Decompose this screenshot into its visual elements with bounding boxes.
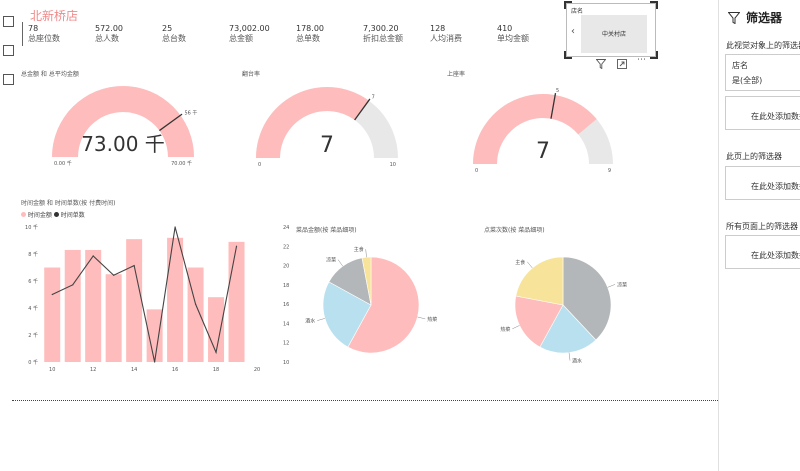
pie-label: 热菜 xyxy=(427,316,437,323)
pie-leader xyxy=(365,249,367,258)
pie-label: 凉菜 xyxy=(617,281,627,288)
pie-leader xyxy=(317,318,325,321)
pie-label: 酒水 xyxy=(572,358,582,365)
pie-label: 主食 xyxy=(515,259,525,266)
filter-pane: 筛选器 此视觉对象上的筛选器 店名 是(全部) 在此处添加数据字段 此页上的筛选… xyxy=(718,0,800,471)
pie-label: 酒水 xyxy=(305,318,315,325)
all-pages-filters-heading: 所有页面上的筛选器 xyxy=(726,222,798,231)
pie-charts: 热菜酒水凉菜主食凉菜酒水热菜主食 xyxy=(305,246,627,365)
pie-label: 凉菜 xyxy=(326,257,336,264)
page-filters-heading: 此页上的筛选器 xyxy=(726,152,782,161)
filter-card-shop[interactable]: 店名 是(全部) xyxy=(725,54,800,91)
visual-filters-heading: 此视觉对象上的筛选器 xyxy=(726,41,800,50)
filter-pane-title: 筛选器 xyxy=(746,11,783,25)
add-field-visual[interactable]: 在此处添加数据字段 xyxy=(725,96,800,130)
pie-leader xyxy=(607,284,616,288)
filter-field-value: 是(全部) xyxy=(732,76,763,85)
add-field-all-pages[interactable]: 在此处添加数据字段 xyxy=(725,235,800,269)
page-divider xyxy=(12,400,718,401)
pie-leader xyxy=(512,325,520,330)
pie-leader xyxy=(527,261,533,269)
add-field-page[interactable]: 在此处添加数据字段 xyxy=(725,166,800,200)
pie-label: 主食 xyxy=(354,246,364,253)
filter-icon xyxy=(728,12,740,24)
pie-leader xyxy=(568,352,571,361)
pie-label: 热菜 xyxy=(500,326,510,333)
pie-leader xyxy=(417,316,426,320)
pie-leader xyxy=(337,259,343,267)
filter-field-name: 店名 xyxy=(732,61,748,70)
